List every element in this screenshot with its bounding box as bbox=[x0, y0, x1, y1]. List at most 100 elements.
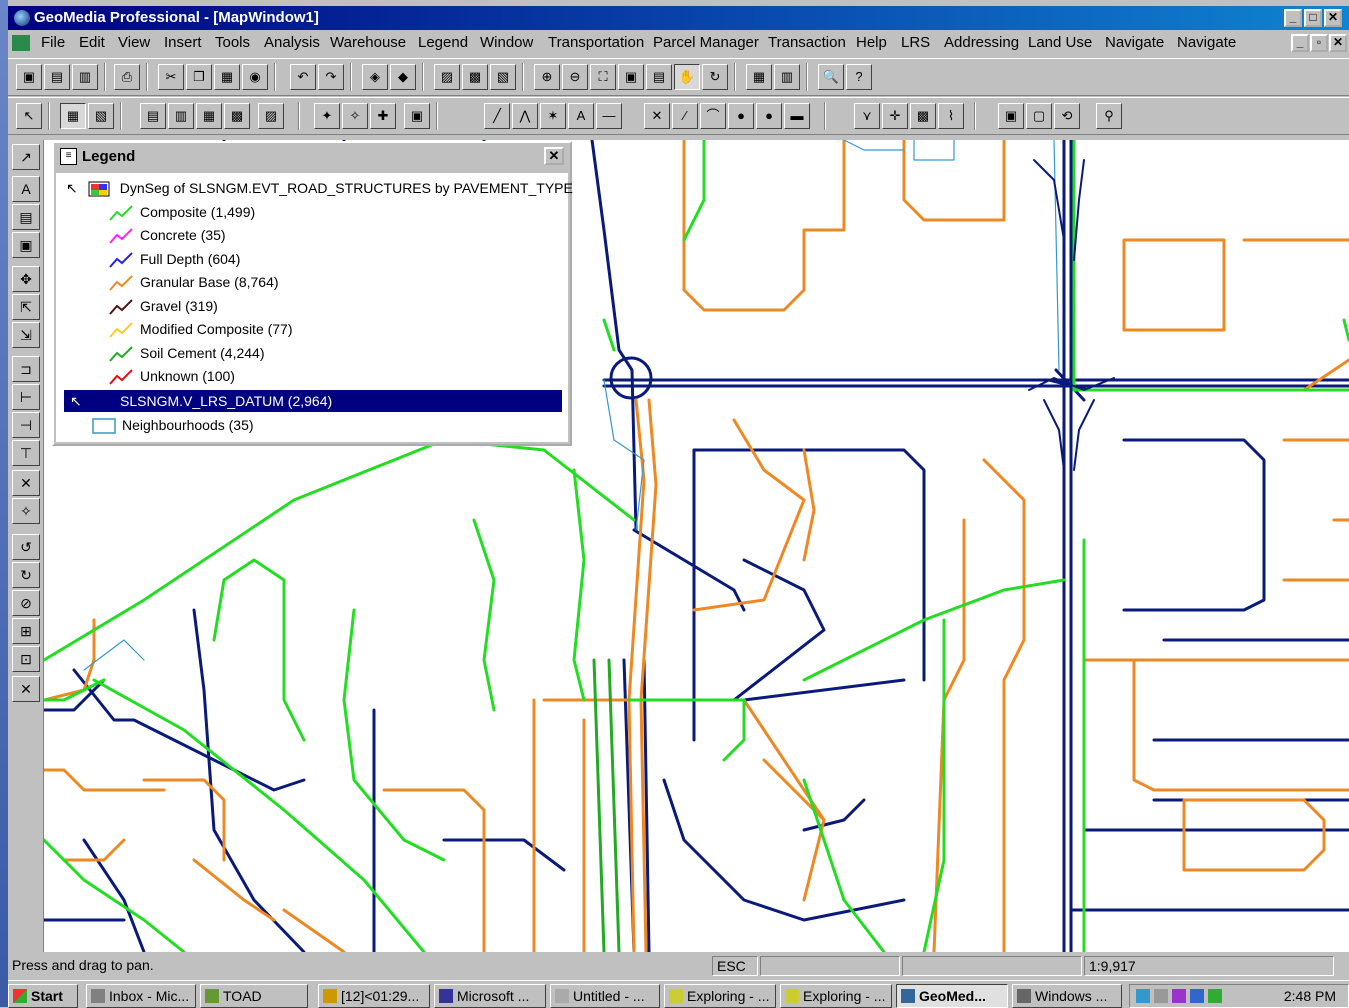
move-icon[interactable]: ⇱ bbox=[12, 294, 40, 320]
menu-transaction[interactable]: Transaction bbox=[768, 30, 846, 56]
table-view-icon[interactable]: ▩ bbox=[462, 64, 488, 90]
undo-icon[interactable]: ↶ bbox=[290, 64, 316, 90]
menu-lrs[interactable]: LRS bbox=[901, 30, 930, 56]
magnifier-icon[interactable]: 🔍 bbox=[818, 64, 844, 90]
print-icon[interactable]: ⎙ bbox=[114, 64, 140, 90]
menu-edit[interactable]: Edit bbox=[79, 30, 105, 56]
split-icon[interactable]: ⋎ bbox=[854, 103, 880, 129]
rotate-icon[interactable]: ↺ bbox=[12, 534, 40, 560]
refresh-icon[interactable]: ↻ bbox=[702, 64, 728, 90]
save-geoworkspace-icon[interactable]: ▥ bbox=[72, 64, 98, 90]
menu-navigate[interactable]: Navigate bbox=[1105, 30, 1164, 56]
menu-window[interactable]: Window bbox=[480, 30, 533, 56]
close-button[interactable]: ✕ bbox=[1324, 9, 1342, 27]
start-button[interactable]: Start bbox=[8, 984, 78, 1008]
fit-all-icon[interactable]: ⛶ bbox=[590, 64, 616, 90]
mirror-icon[interactable]: ↻ bbox=[12, 562, 40, 588]
legend-item-datum[interactable]: ↖ SLSNGM.V_LRS_DATUM (2,964) bbox=[64, 390, 562, 412]
task-timer[interactable]: [12]<01:29... bbox=[318, 984, 430, 1008]
minimize-button[interactable]: _ bbox=[1284, 9, 1302, 27]
data-view-icon[interactable]: ▨ bbox=[434, 64, 460, 90]
fillet-icon[interactable]: ⊡ bbox=[12, 646, 40, 672]
arc-icon[interactable]: ⌒ bbox=[700, 103, 726, 129]
label-icon[interactable]: ▤ bbox=[12, 204, 40, 230]
legend-item-soil-cement[interactable]: Soil Cement (4,244) bbox=[108, 342, 265, 364]
legend-item-gravel[interactable]: Gravel (319) bbox=[108, 295, 218, 317]
menu-transportation[interactable]: Transportation bbox=[548, 30, 644, 56]
menu-file[interactable]: File bbox=[41, 30, 65, 56]
dot-icon[interactable]: ● bbox=[756, 103, 782, 129]
zoom-out-icon[interactable]: ⊖ bbox=[562, 64, 588, 90]
edit-geometry-icon[interactable]: ✥ bbox=[12, 266, 40, 292]
task-microsoft[interactable]: Microsoft ... bbox=[434, 984, 546, 1008]
legend-item-modified-composite[interactable]: Modified Composite (77) bbox=[108, 318, 293, 340]
point-tool-icon[interactable]: ✶ bbox=[540, 103, 566, 129]
open-geoworkspace-icon[interactable]: ▤ bbox=[44, 64, 70, 90]
attribute-icon[interactable]: ▣ bbox=[404, 103, 430, 129]
image-2-icon[interactable]: ▢ bbox=[1026, 103, 1052, 129]
legend-close-button[interactable]: ✕ bbox=[544, 147, 564, 165]
clock[interactable]: 2:48 PM bbox=[1284, 985, 1336, 1007]
menu-tools[interactable]: Tools bbox=[215, 30, 250, 56]
title-bar[interactable]: GeoMedia Professional - [MapWindow1] _ □… bbox=[8, 6, 1349, 30]
legend-item-granular-base[interactable]: Granular Base (8,764) bbox=[108, 271, 279, 293]
menu-view[interactable]: View bbox=[118, 30, 150, 56]
copy-parallel-icon[interactable]: ⊞ bbox=[12, 618, 40, 644]
menu-land-use[interactable]: Land Use bbox=[1028, 30, 1092, 56]
legend-group-row[interactable]: ↖ DynSeg of SLSNGM.EVT_ROAD_STRUCTURES b… bbox=[66, 177, 573, 199]
menu-analysis[interactable]: Analysis bbox=[264, 30, 320, 56]
cut-icon[interactable]: ✂ bbox=[158, 64, 184, 90]
task-exploring-2[interactable]: Exploring - ... bbox=[780, 984, 892, 1008]
mdi-close-button[interactable]: ✕ bbox=[1329, 34, 1347, 52]
extend-icon[interactable]: ⇲ bbox=[12, 322, 40, 348]
scale-icon[interactable]: ⊘ bbox=[12, 590, 40, 616]
redo-icon[interactable]: ↷ bbox=[318, 64, 344, 90]
digitize-icon[interactable]: ↗ bbox=[12, 144, 40, 170]
context-help-icon[interactable]: ? bbox=[846, 64, 872, 90]
image-4-icon[interactable]: ⚲ bbox=[1096, 103, 1122, 129]
geomedia-app-icon[interactable] bbox=[14, 10, 30, 26]
maximize-button[interactable]: □ bbox=[1304, 9, 1322, 27]
zoom-in-icon[interactable]: ⊕ bbox=[534, 64, 560, 90]
image-place-icon[interactable]: ▣ bbox=[12, 232, 40, 258]
tray-network-icon[interactable] bbox=[1136, 989, 1150, 1003]
intersect-icon[interactable]: ✕ bbox=[644, 103, 670, 129]
menu-parcel-manager[interactable]: Parcel Manager bbox=[653, 30, 759, 56]
legend-item-concrete[interactable]: Concrete (35) bbox=[108, 224, 226, 246]
delete-feature-icon[interactable]: ✕ bbox=[12, 676, 40, 702]
grid-1-icon[interactable]: ▤ bbox=[140, 103, 166, 129]
document-icon[interactable] bbox=[12, 35, 30, 51]
menu-navigate-2[interactable]: Navigate bbox=[1177, 30, 1236, 56]
paste-icon[interactable]: ▦ bbox=[214, 64, 240, 90]
legend-item-composite[interactable]: Composite (1,499) bbox=[108, 201, 255, 223]
tray-app-icon[interactable] bbox=[1172, 989, 1186, 1003]
legend-window[interactable]: ≡ Legend ✕ ↖ DynSeg of SLSNGM.EVT_ROAD_S… bbox=[52, 141, 573, 446]
camera-icon[interactable]: ◉ bbox=[242, 64, 268, 90]
layout-view-icon[interactable]: ▧ bbox=[490, 64, 516, 90]
dash-tool-icon[interactable]: — bbox=[596, 103, 622, 129]
pan-icon[interactable]: ✋ bbox=[674, 64, 700, 90]
legend-item-full-depth[interactable]: Full Depth (604) bbox=[108, 248, 240, 270]
split-line-icon[interactable]: ⊤ bbox=[12, 440, 40, 466]
fit-selected-icon[interactable]: ▣ bbox=[618, 64, 644, 90]
legend-item-unknown[interactable]: Unknown (100) bbox=[108, 365, 235, 387]
grid-4-icon[interactable]: ▩ bbox=[224, 103, 250, 129]
task-windows[interactable]: Windows ... bbox=[1012, 984, 1122, 1008]
query-icon[interactable]: ◆ bbox=[390, 64, 416, 90]
task-toad[interactable]: TOAD bbox=[200, 984, 308, 1008]
select-tool-icon[interactable]: ↖ bbox=[16, 103, 42, 129]
line-tool-icon[interactable]: ╱ bbox=[484, 103, 510, 129]
grid-5-icon[interactable]: ▨ bbox=[258, 103, 284, 129]
ring-icon[interactable]: ● bbox=[728, 103, 754, 129]
polyline-tool-icon[interactable]: ⋀ bbox=[512, 103, 538, 129]
mdi-restore-button[interactable]: ▫ bbox=[1310, 34, 1328, 52]
task-geomedia[interactable]: GeoMed... bbox=[896, 984, 1008, 1008]
trim-icon[interactable]: ⊐ bbox=[12, 356, 40, 382]
text-tool-icon[interactable]: A bbox=[568, 103, 594, 129]
feature-class-icon[interactable]: ◈ bbox=[362, 64, 388, 90]
break-icon[interactable]: ⊢ bbox=[12, 384, 40, 410]
style-icon[interactable]: ▥ bbox=[774, 64, 800, 90]
tray-battery-icon[interactable] bbox=[1208, 989, 1222, 1003]
copy-icon[interactable]: ❐ bbox=[186, 64, 212, 90]
insert-feature-icon[interactable]: ✦ bbox=[314, 103, 340, 129]
